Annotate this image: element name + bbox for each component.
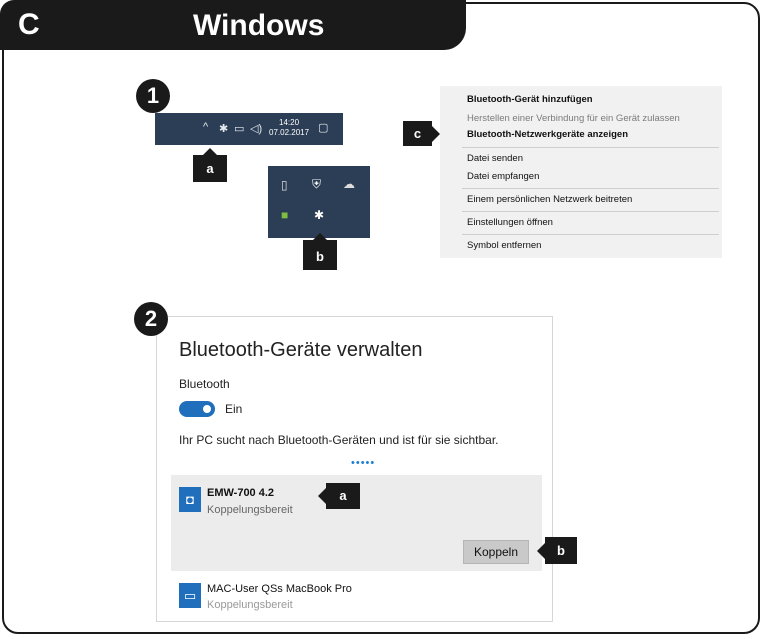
mouse-icon: ◘: [179, 487, 201, 512]
device-status: Koppelungsbereit: [207, 599, 293, 611]
menu-item-open-settings[interactable]: Einstellungen öffnen: [467, 217, 553, 228]
taskbar-clock[interactable]: 14:20 07.02.2017: [269, 118, 309, 138]
usb-drive-icon[interactable]: ▯: [281, 178, 288, 192]
menu-item-send-file[interactable]: Datei senden: [467, 153, 523, 164]
step-2-badge: 2: [134, 302, 168, 336]
section-header: C Windows: [0, 0, 466, 50]
pair-button[interactable]: Koppeln: [463, 540, 529, 564]
menu-separator: [462, 211, 719, 212]
search-status-text: Ihr PC sucht nach Bluetooth-Geräten und …: [179, 433, 499, 447]
callout-b-pair: b: [537, 537, 577, 564]
network-icon[interactable]: ▭: [234, 122, 244, 135]
bluetooth-icon[interactable]: ✱: [219, 122, 228, 135]
shield-icon[interactable]: ⛨: [312, 177, 321, 192]
menu-item-show-network-devices[interactable]: Bluetooth-Netzwerkgeräte anzeigen: [467, 129, 628, 140]
bluetooth-icon[interactable]: ✱: [314, 208, 324, 222]
device-name: EMW-700 4.2: [207, 487, 275, 499]
volume-icon[interactable]: ◁): [250, 122, 262, 135]
callout-c-menu: c: [403, 121, 440, 146]
cloud-icon[interactable]: ☁: [343, 177, 355, 191]
bluetooth-toggle[interactable]: [179, 401, 215, 417]
device-status: Koppelungsbereit: [207, 504, 293, 516]
chevron-up-icon[interactable]: ^: [203, 121, 208, 133]
device-list-item[interactable]: ▭ MAC-User QSs MacBook Pro Koppelungsber…: [171, 573, 542, 621]
clock-date: 07.02.2017: [269, 128, 310, 137]
menu-separator: [462, 147, 719, 148]
searching-progress-dots: •••••: [351, 457, 376, 469]
device-name: MAC-User QSs MacBook Pro: [207, 583, 352, 595]
callout-a-taskbar: a: [193, 148, 227, 182]
section-title: Windows: [193, 9, 325, 42]
menu-separator: [462, 234, 719, 235]
notification-icon[interactable]: ▢: [318, 121, 328, 134]
section-letter: C: [18, 8, 40, 41]
bluetooth-settings-panel: Bluetooth-Geräte verwalten Bluetooth Ein…: [156, 316, 553, 622]
gpu-icon[interactable]: ■: [281, 208, 288, 222]
menu-separator: [462, 188, 719, 189]
bluetooth-label: Bluetooth: [179, 377, 230, 391]
menu-item-remove-icon[interactable]: Symbol entfernen: [467, 240, 541, 251]
windows-taskbar: ^ ✱ ▭ ◁) 14:20 07.02.2017 ▢: [155, 113, 343, 145]
menu-item-receive-file[interactable]: Datei empfangen: [467, 171, 539, 182]
tray-overflow: ▯ ⛨ ☁ ■ ✱: [268, 166, 370, 238]
clock-time: 14:20: [279, 118, 300, 127]
toggle-knob: [203, 405, 211, 413]
bluetooth-context-menu: Bluetooth-Gerät hinzufügen Herstellen ei…: [440, 86, 722, 258]
panel-title: Bluetooth-Geräte verwalten: [179, 339, 423, 361]
menu-item-allow-connection: Herstellen einer Verbindung für ein Gerä…: [467, 113, 680, 124]
menu-item-add-device[interactable]: Bluetooth-Gerät hinzufügen: [467, 94, 593, 105]
computer-icon: ▭: [179, 583, 201, 608]
toggle-state-label: Ein: [225, 402, 243, 416]
callout-a-device: a: [318, 483, 360, 509]
callout-b-tray: b: [303, 233, 337, 270]
menu-item-join-pan[interactable]: Einem persönlichen Netzwerk beitreten: [467, 194, 632, 205]
step-1-badge: 1: [136, 79, 170, 113]
